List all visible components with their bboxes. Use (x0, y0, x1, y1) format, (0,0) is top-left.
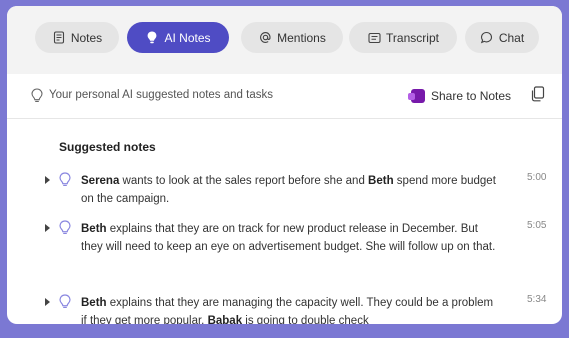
note-text: Beth explains that they are on track for… (81, 220, 501, 256)
note-timestamp: 5:00 (527, 172, 547, 183)
bulb-icon (145, 31, 159, 45)
tab-label: Mentions (277, 30, 326, 45)
ai-notes-hint: Your personal AI suggested notes and tas… (49, 89, 273, 101)
transcript-icon (367, 31, 381, 45)
bulb-icon (59, 220, 71, 236)
tab-label: Chat (498, 30, 525, 45)
participant-name: Babak (207, 315, 243, 324)
participant-name: Beth (81, 223, 107, 235)
note-timestamp: 5:05 (527, 220, 547, 231)
tab-mentions[interactable]: Mentions (241, 22, 343, 53)
note-text: Serena wants to look at the sales report… (81, 172, 501, 208)
notes-icon (52, 31, 66, 45)
tab-ai-notes[interactable]: AI Notes (127, 22, 229, 53)
note-text: Beth explains that they are managing the… (81, 294, 501, 324)
expand-caret-icon[interactable] (45, 298, 50, 306)
expand-caret-icon[interactable] (45, 224, 50, 232)
bulb-icon (31, 88, 43, 104)
section-title: Suggested notes (59, 140, 156, 154)
note-text-segment: wants to look at the sales report before… (119, 175, 369, 187)
tab-notes[interactable]: Notes (35, 22, 119, 53)
share-to-notes-button[interactable]: Share to Notes (408, 86, 512, 106)
ai-notes-toolbar: Your personal AI suggested notes and tas… (7, 74, 562, 119)
tab-transcript[interactable]: Transcript (349, 22, 457, 53)
participant-name: Beth (368, 175, 394, 187)
participant-name: Beth (81, 297, 107, 309)
note-text-segment: is going to double check (242, 315, 369, 324)
expand-caret-icon[interactable] (45, 176, 50, 184)
tab-bar: Notes AI Notes Mentions Transcript Chat (7, 6, 562, 74)
ai-notes-panel: Notes AI Notes Mentions Transcript Chat (7, 6, 562, 324)
participant-name: Serena (81, 175, 120, 187)
tab-chat[interactable]: Chat (465, 22, 539, 53)
note-text-segment: explains that they are on track for new … (81, 223, 496, 253)
copy-icon[interactable] (531, 86, 545, 102)
at-icon (258, 31, 272, 45)
bulb-icon (59, 172, 71, 188)
chat-icon (480, 31, 494, 45)
onenote-icon (408, 89, 425, 103)
note-timestamp: 5:34 (527, 294, 547, 305)
share-label: Share to Notes (431, 89, 512, 103)
tab-label: Transcript (386, 30, 439, 45)
tab-label: Notes (70, 30, 103, 45)
bulb-icon (59, 294, 71, 310)
tab-label: AI Notes (164, 30, 211, 45)
